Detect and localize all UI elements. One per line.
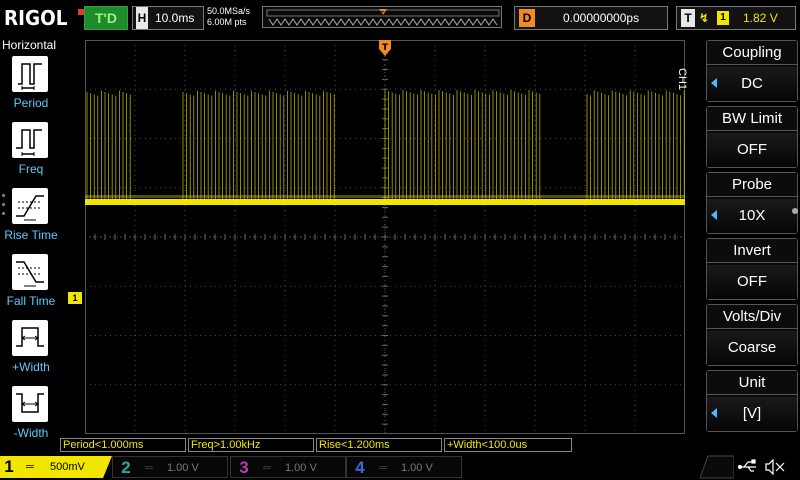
menu-arrow-icon [711,408,717,418]
sample-rate: 50.0MSa/s [207,6,251,16]
horizontal-measure-panel: Horizontal Period Freq Rise Time Fall Ti… [0,36,62,440]
period-icon [12,56,48,92]
unit-title: Unit [707,371,797,395]
channel-3-scale: 1.00 V [285,462,317,474]
unit-value: [V] [707,397,797,431]
channel-2-scale: 1.00 V [167,462,199,474]
unit-button[interactable]: Unit [V] [706,370,798,432]
positive-width-icon [12,320,48,356]
coupling-value: DC [707,67,797,101]
delay-value: 0.00000000ps [563,11,640,25]
ch1-offset-marker[interactable]: 1 [68,292,82,304]
channel-1-scale: 500mV [50,461,85,473]
frequency-icon [12,122,48,158]
run-status-indicator[interactable]: T'D [84,6,128,30]
channel-3-coupling-icon: ═ [263,462,271,474]
channel-menu: CH1 Coupling DC BW Limit OFF Probe 10X I… [676,36,800,440]
usb-and-sound-icons [738,459,785,475]
coupling-title: Coupling [707,41,797,65]
positive-width-label: +Width [12,360,50,374]
channel-2-tab[interactable]: 2 ═ 1.00 V [112,456,228,478]
trigger-position-marker[interactable]: T [379,40,391,56]
trigger-letter: T [681,9,695,27]
memory-overview-strip[interactable]: T [262,6,502,28]
measure-fall-time-button[interactable]: Fall Time [0,254,62,318]
bw-limit-value: OFF [707,133,797,167]
panel-title: Horizontal [2,38,57,52]
trigger-readout[interactable]: T ↯ 1 1.82 V [676,6,796,30]
menu-arrow-icon [711,210,717,220]
mute-speaker-icon [765,459,785,475]
channel-1-number: 1 [4,457,14,476]
volts-div-title: Volts/Div [707,305,797,329]
period-label: Period [13,96,49,110]
delay-readout[interactable]: D 0.00000000ps [514,6,668,30]
probe-value: 10X [707,199,797,233]
probe-button[interactable]: Probe 10X [706,172,798,234]
coupling-button[interactable]: Coupling DC [706,40,798,102]
memory-overview-graphic: T [266,9,500,26]
menu-arrow-icon [711,78,717,88]
invert-button[interactable]: Invert OFF [706,238,798,300]
measurement-bar: Period<1.000ms Freq>1.00kHz Rise<1.200ms… [60,438,680,452]
bottom-tab-decoration [700,455,734,479]
channel-3-tab[interactable]: 3 ═ 1.00 V [230,456,346,478]
channel-1-coupling-icon: ═ [26,461,34,473]
timebase-value: 10.0ms [155,11,195,25]
volts-div-value: Coarse [707,331,797,365]
rise-time-icon [12,188,48,224]
trigger-position-letter: T [382,43,389,53]
memory-depth: 6.00M pts [207,17,247,27]
channel-1-tab[interactable]: 1 ═ 500mV [0,456,112,478]
top-status-bar: RIGOL T'D H 10.0ms 50.0MSa/s 6.00M pts T… [0,0,800,36]
measure-negative-width-button[interactable]: -Width [0,386,62,450]
rise-measurement[interactable]: Rise<1.200ms [316,438,442,452]
trigger-channel-badge: 1 [717,11,729,25]
fall-time-icon [12,254,48,290]
usb-icon [738,459,756,472]
bw-limit-title: BW Limit [707,107,797,131]
freq-label: Freq [18,162,44,176]
probe-title: Probe [707,173,797,197]
channel-4-number: 4 [355,458,365,477]
waveform-baseline-glow [85,195,685,198]
channel-4-scale: 1.00 V [401,462,433,474]
timebase-readout[interactable]: H 10.0ms [132,6,204,30]
trigger-level: 1.82 V [743,11,778,25]
channel-4-coupling-icon: ═ [379,462,387,474]
channel-2-number: 2 [121,458,131,477]
rigol-logo: RIGOL [4,6,68,30]
rise-time-label: Rise Time [4,228,58,242]
horizontal-letter: H [136,7,148,29]
measure-period-button[interactable]: Period [0,56,62,120]
rising-edge-icon: ↯ [699,11,710,25]
measure-rise-time-button[interactable]: Rise Time [0,188,62,252]
invert-value: OFF [707,265,797,299]
channel-status-bar: 1 ═ 500mV 2 ═ 1.00 V 3 ═ 1.00 V 4 ═ 1.00… [0,454,800,480]
graticule [85,40,685,434]
positive-width-measurement[interactable]: +Width<100.0us [444,438,572,452]
channel-4-tab[interactable]: 4 ═ 1.00 V [346,456,462,478]
waveform-baseline [85,199,685,205]
freq-measurement[interactable]: Freq>1.00kHz [188,438,314,452]
channel-2-coupling-icon: ═ [145,462,153,474]
channel-3-number: 3 [239,458,249,477]
fall-time-label: Fall Time [6,294,56,308]
negative-width-label: -Width [13,426,49,440]
volts-div-button[interactable]: Volts/Div Coarse [706,304,798,366]
menu-page-dot [792,208,798,214]
acquisition-info: 50.0MSa/s 6.00M pts [207,6,250,28]
bw-limit-button[interactable]: BW Limit OFF [706,106,798,168]
waveform-display[interactable] [85,40,685,434]
delay-letter: D [519,9,535,27]
measure-freq-button[interactable]: Freq [0,122,62,186]
period-measurement[interactable]: Period<1.000ms [60,438,186,452]
invert-title: Invert [707,239,797,263]
overview-trigger-marker: T [379,10,385,18]
negative-width-icon [12,386,48,422]
measure-positive-width-button[interactable]: +Width [0,320,62,384]
channel-label: CH1 [676,68,688,91]
